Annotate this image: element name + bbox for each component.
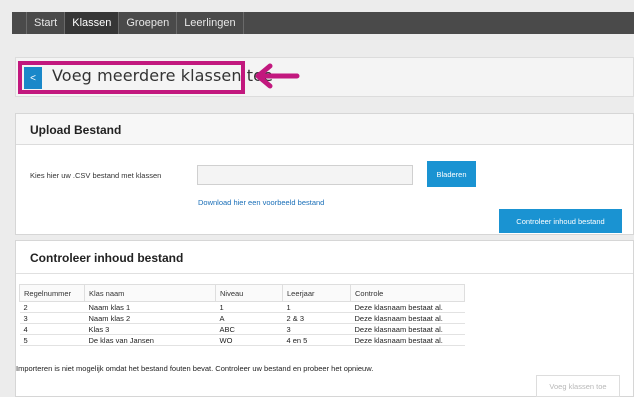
table-cell: De klas van Jansen xyxy=(84,334,216,346)
upload-panel: Upload Bestand Kies hier uw .CSV bestand… xyxy=(15,113,634,235)
table-header-row: Regelnummer Klas naam Niveau Leerjaar Co… xyxy=(19,284,465,302)
back-button[interactable]: < xyxy=(24,67,42,89)
table-cell: Naam klas 1 xyxy=(84,301,216,313)
table-cell: 3 xyxy=(282,323,351,335)
table-cell: 3 xyxy=(19,312,85,324)
table-cell: A xyxy=(215,312,283,324)
tab-klassen[interactable]: Klassen xyxy=(64,12,119,34)
table-row: 3 Naam klas 2 A 2 & 3 Deze klasnaam best… xyxy=(19,312,465,324)
table-cell: WO xyxy=(215,334,283,346)
file-label: Kies hier uw .CSV bestand met klassen xyxy=(30,171,162,180)
table-cell: Klas 3 xyxy=(84,323,216,335)
check-file-button[interactable]: Controleer inhoud bestand xyxy=(499,209,622,233)
table-row: 2 Naam klas 1 1 1 Deze klasnaam bestaat … xyxy=(19,301,465,313)
table-cell: Deze klasnaam bestaat al. xyxy=(350,323,465,335)
error-message: Importeren is niet mogelijk omdat het be… xyxy=(16,364,374,373)
table-cell: ABC xyxy=(215,323,283,335)
import-classes-button[interactable]: Voeg klassen toe xyxy=(536,375,620,397)
table-cell: 5 xyxy=(19,334,85,346)
table-row: 4 Klas 3 ABC 3 Deze klasnaam bestaat al. xyxy=(19,323,465,335)
table-cell: 4 en 5 xyxy=(282,334,351,346)
upload-panel-title: Upload Bestand xyxy=(16,114,633,145)
control-panel: Controleer inhoud bestand Regelnummer Kl… xyxy=(15,240,634,397)
browse-button[interactable]: Bladeren xyxy=(427,161,476,187)
top-navigation: Start Klassen Groepen Leerlingen xyxy=(12,12,634,34)
column-header: Controle xyxy=(350,284,465,302)
results-table: Regelnummer Klas naam Niveau Leerjaar Co… xyxy=(19,284,465,346)
column-header: Regelnummer xyxy=(19,284,85,302)
chevron-left-icon: < xyxy=(30,72,36,84)
table-cell: Naam klas 2 xyxy=(84,312,216,324)
tab-start[interactable]: Start xyxy=(26,12,64,34)
column-header: Leerjaar xyxy=(282,284,351,302)
table-cell: 1 xyxy=(282,301,351,313)
table-cell: 2 xyxy=(19,301,85,313)
tab-groepen[interactable]: Groepen xyxy=(118,12,176,34)
download-example-link[interactable]: Download hier een voorbeeld bestand xyxy=(198,198,324,207)
table-cell: 1 xyxy=(215,301,283,313)
table-cell: Deze klasnaam bestaat al. xyxy=(350,312,465,324)
arrow-left-icon xyxy=(255,63,300,89)
tab-leerlingen[interactable]: Leerlingen xyxy=(176,12,244,34)
control-panel-title: Controleer inhoud bestand xyxy=(16,241,633,274)
file-input[interactable] xyxy=(197,165,413,185)
column-header: Niveau xyxy=(215,284,283,302)
table-cell: 4 xyxy=(19,323,85,335)
table-cell: Deze klasnaam bestaat al. xyxy=(350,334,465,346)
column-header: Klas naam xyxy=(84,284,216,302)
table-row: 5 De klas van Jansen WO 4 en 5 Deze klas… xyxy=(19,334,465,346)
table-cell: Deze klasnaam bestaat al. xyxy=(350,301,465,313)
table-cell: 2 & 3 xyxy=(282,312,351,324)
page-title: Voeg meerdere klassen toe xyxy=(52,66,273,85)
